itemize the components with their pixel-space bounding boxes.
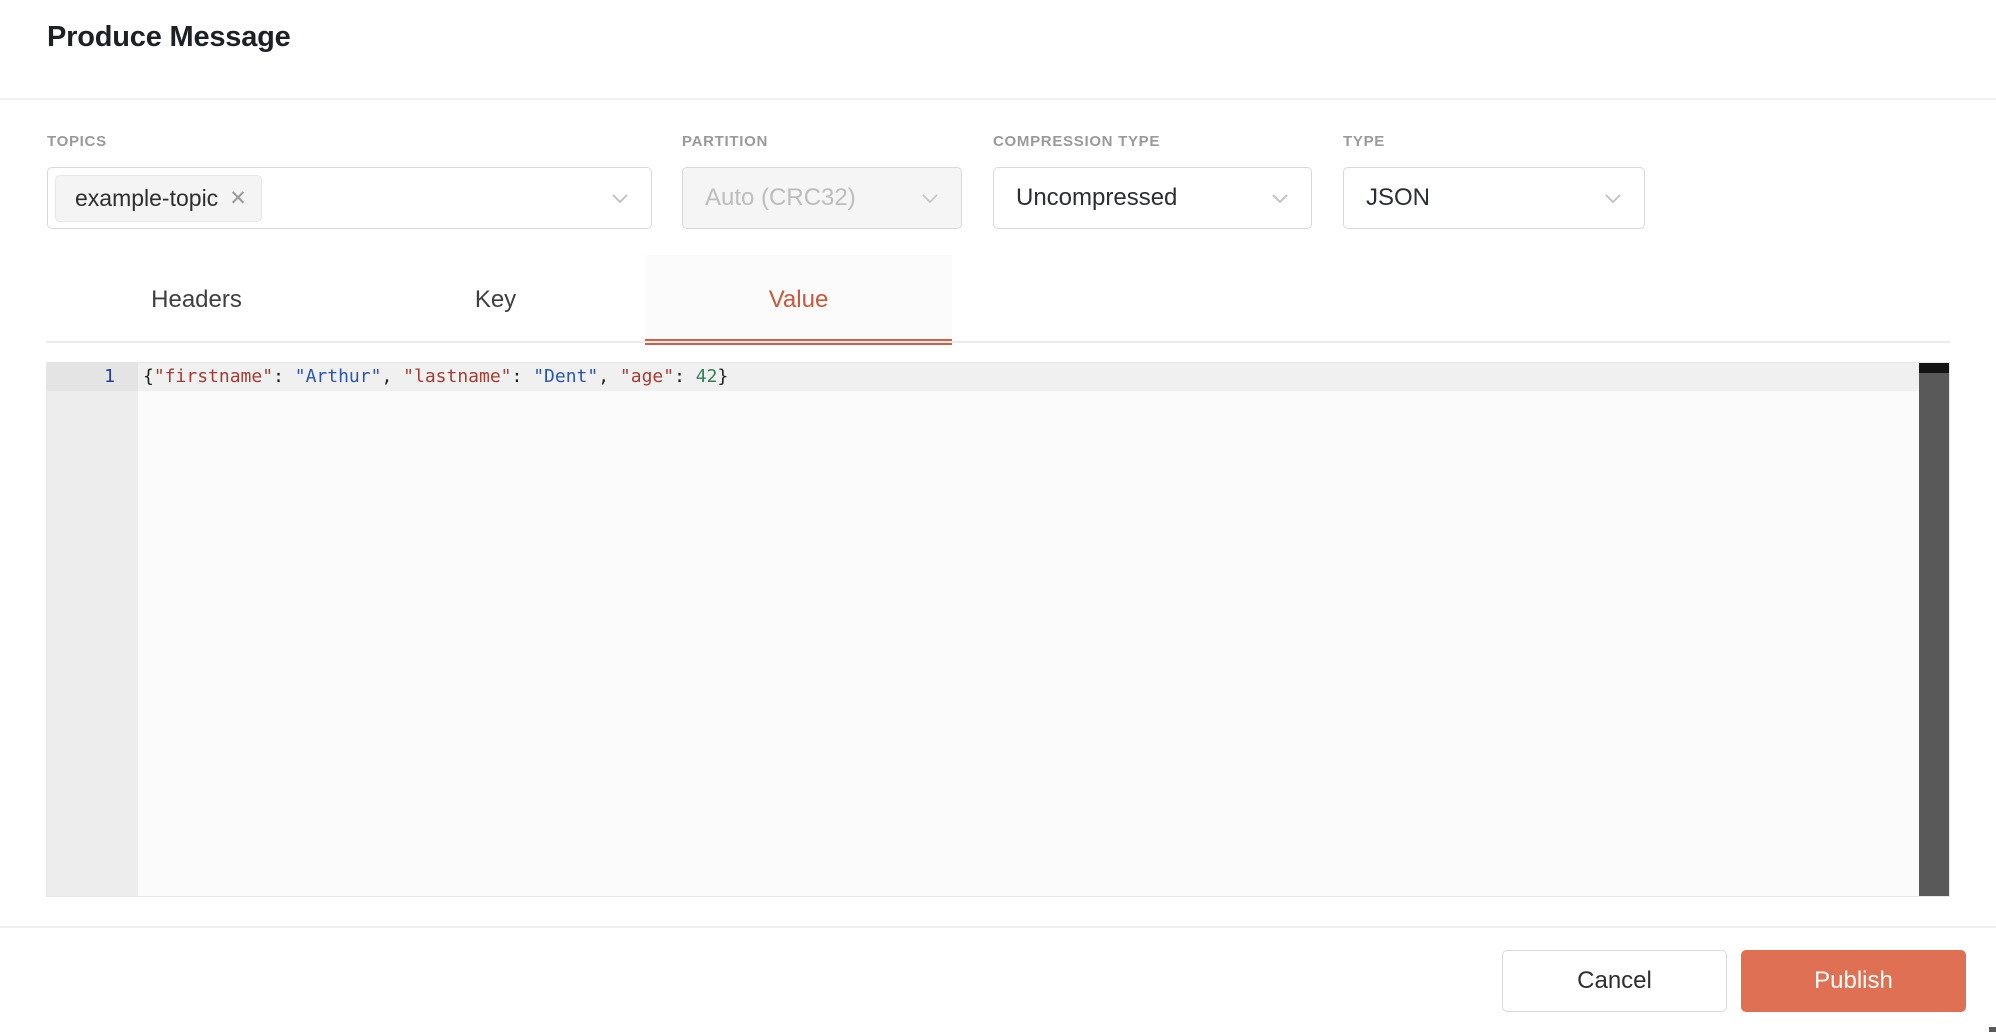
scrollbar-corner (1989, 1027, 1996, 1032)
publish-button[interactable]: Publish (1741, 950, 1966, 1012)
compression-type-field: COMPRESSION TYPE Uncompressed (993, 133, 1312, 229)
topics-select[interactable]: example-topic ✕ (47, 167, 652, 229)
tab-key[interactable]: Key (346, 255, 645, 345)
tab-value[interactable]: Value (645, 255, 952, 345)
cancel-button[interactable]: Cancel (1502, 950, 1727, 1012)
partition-label: PARTITION (682, 133, 962, 150)
chevron-down-icon (918, 186, 942, 210)
line-number: 1 (47, 363, 138, 391)
remove-tag-icon[interactable]: ✕ (229, 188, 247, 209)
type-label: TYPE (1343, 133, 1645, 150)
topics-field: TOPICS example-topic ✕ (47, 133, 652, 229)
compression-type-select[interactable]: Uncompressed (993, 167, 1312, 229)
chevron-down-icon (608, 186, 632, 210)
page-title: Produce Message (47, 21, 291, 54)
value-code-editor[interactable]: 1 {"firstname": "Arthur", "lastname": "D… (46, 362, 1950, 897)
type-value: JSON (1344, 184, 1430, 212)
type-field: TYPE JSON (1343, 133, 1645, 229)
type-select[interactable]: JSON (1343, 167, 1645, 229)
footer-divider (0, 926, 1996, 928)
topics-label: TOPICS (47, 133, 652, 150)
compression-type-value: Uncompressed (994, 184, 1177, 212)
partition-field: PARTITION Auto (CRC32) (682, 133, 962, 229)
code-line[interactable]: {"firstname": "Arthur", "lastname": "Den… (138, 363, 1919, 391)
topic-tag-label: example-topic (75, 185, 218, 212)
tabs-divider (46, 341, 1950, 343)
topic-tag: example-topic ✕ (55, 175, 262, 222)
produce-message-dialog: Produce Message TOPICS example-topic ✕ P… (0, 0, 1996, 1032)
partition-select: Auto (CRC32) (682, 167, 962, 229)
chevron-down-icon (1601, 186, 1625, 210)
editor-scrollbar-thumb[interactable] (1919, 363, 1949, 373)
chevron-down-icon (1268, 186, 1292, 210)
partition-value: Auto (CRC32) (683, 184, 856, 212)
tab-headers[interactable]: Headers (47, 255, 346, 345)
editor-gutter: 1 (47, 363, 138, 896)
compression-type-label: COMPRESSION TYPE (993, 133, 1312, 150)
message-part-tabs: Headers Key Value (47, 255, 952, 345)
header-divider (0, 98, 1996, 100)
editor-scrollbar[interactable] (1919, 363, 1949, 896)
